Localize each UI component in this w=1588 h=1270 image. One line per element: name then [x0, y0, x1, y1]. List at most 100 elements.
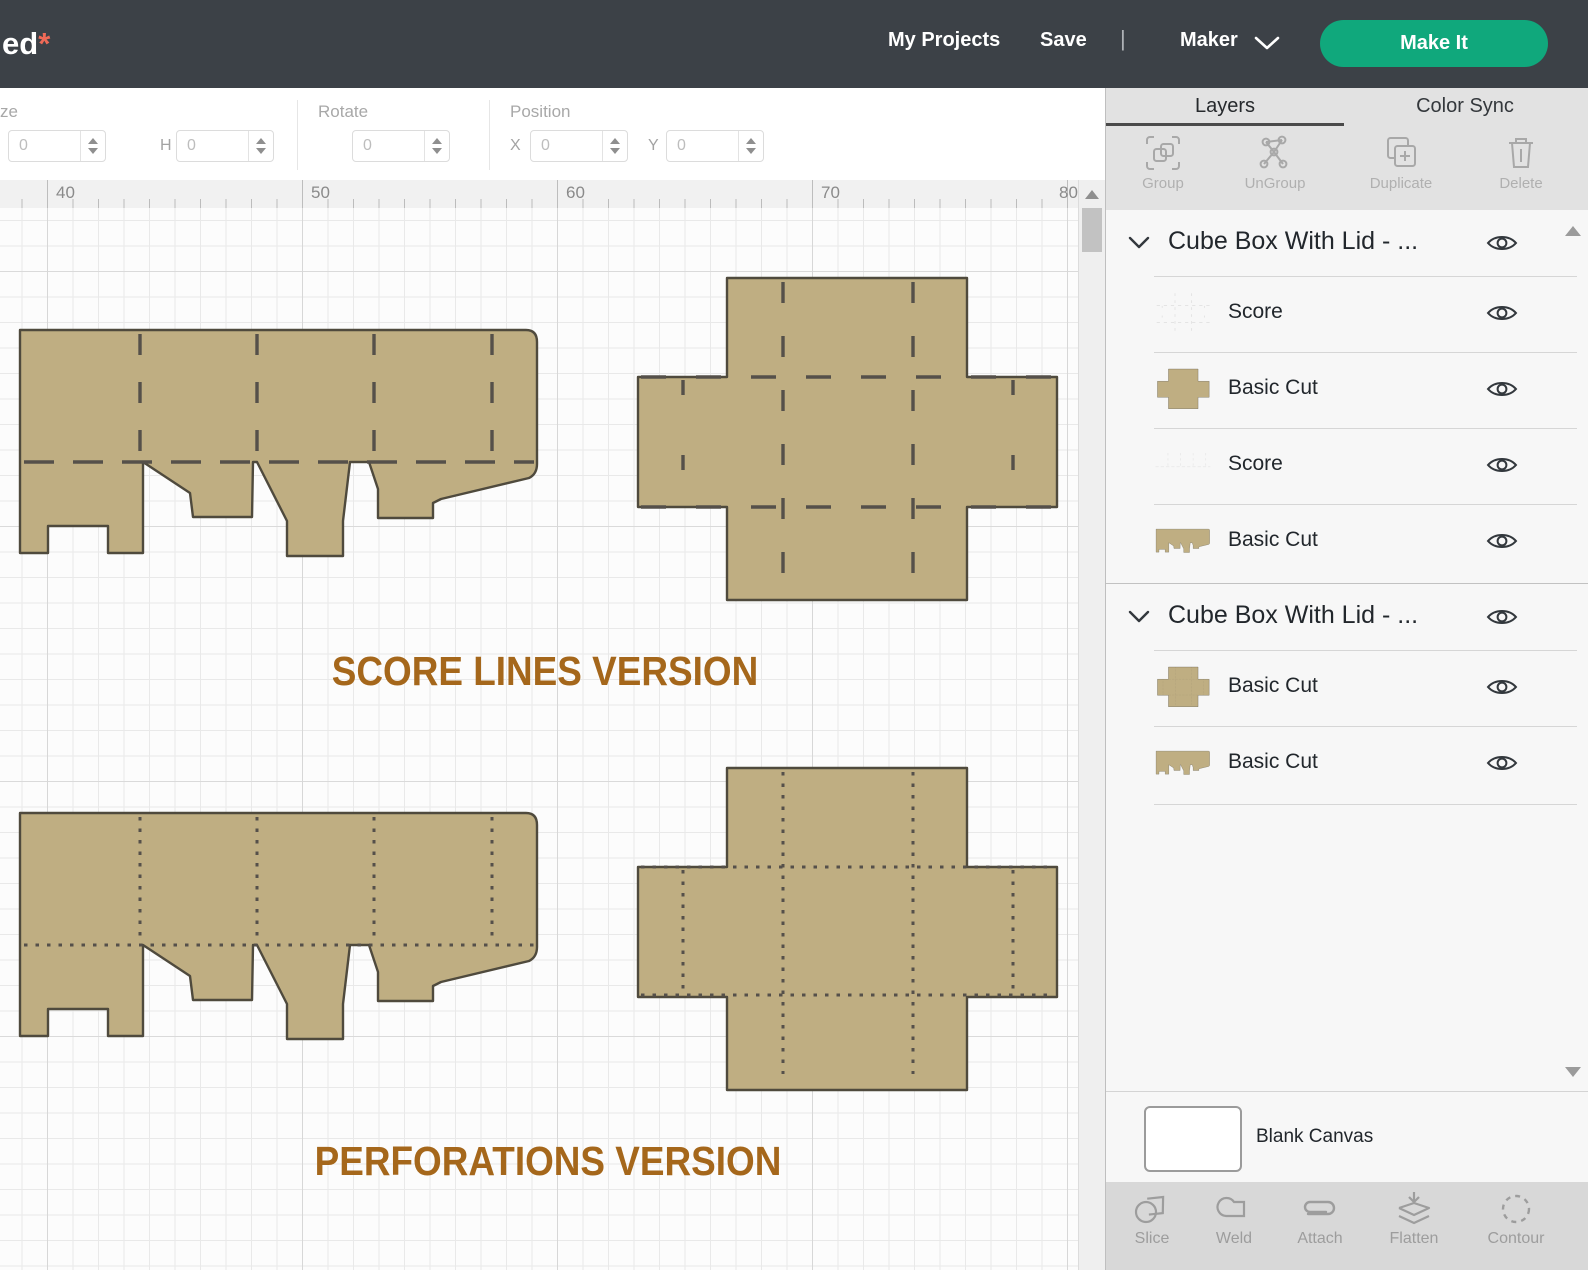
- layer-row-basic-cut[interactable]: Basic Cut: [1106, 650, 1588, 726]
- eye-visibility-icon[interactable]: [1486, 302, 1518, 324]
- rotate-field[interactable]: 0: [352, 130, 450, 162]
- eye-visibility-icon[interactable]: [1486, 530, 1518, 552]
- perforation-version-box-base-shape[interactable]: [18, 811, 539, 1041]
- position-y-value: 0: [677, 137, 686, 154]
- width-stepper[interactable]: [80, 131, 105, 161]
- position-x-field[interactable]: 0: [530, 130, 628, 162]
- blank-canvas-swatch[interactable]: [1144, 1106, 1242, 1172]
- scroll-up-arrow-icon[interactable]: [1085, 190, 1099, 199]
- contour-button[interactable]: Contour: [1474, 1190, 1558, 1248]
- rotate-stepper[interactable]: [424, 131, 449, 161]
- eye-visibility-icon[interactable]: [1486, 232, 1518, 254]
- height-field[interactable]: 0: [176, 130, 274, 162]
- layer-row-score[interactable]: Score: [1106, 428, 1588, 504]
- nav-divider: |: [1120, 26, 1126, 51]
- weld-button-label: Weld: [1215, 1230, 1253, 1247]
- unsaved-indicator: *: [38, 26, 51, 61]
- duplicate-button-label: Duplicate: [1369, 175, 1433, 192]
- attach-button[interactable]: Attach: [1278, 1190, 1362, 1248]
- save-button[interactable]: Save: [1040, 29, 1087, 52]
- weld-button[interactable]: Weld: [1192, 1190, 1276, 1248]
- blank-canvas-row: Blank Canvas: [1106, 1092, 1588, 1182]
- ruler-tick: 50: [311, 183, 330, 202]
- score-version-caption: SCORE LINES VERSION: [331, 648, 759, 694]
- chevron-down-icon[interactable]: [1254, 36, 1280, 51]
- ungroup-button-label: UnGroup: [1244, 175, 1306, 192]
- basic-cut-layer-thumbnail: [1154, 516, 1212, 566]
- design-canvas[interactable]: SCORE LINES VERSION PERFORATIONS VERSION: [0, 208, 1078, 1270]
- layer-row-basic-cut[interactable]: Basic Cut: [1106, 352, 1588, 428]
- height-label: H: [160, 137, 172, 154]
- layer-row-label: Score: [1228, 300, 1283, 323]
- layer-row-label: Basic Cut: [1228, 750, 1318, 773]
- basic-cut-layer-thumbnail: [1154, 738, 1212, 788]
- perforations-version-caption: PERFORATIONS VERSION: [314, 1138, 782, 1184]
- layer-row-score[interactable]: Score: [1106, 276, 1588, 352]
- height-value: 0: [187, 137, 196, 154]
- position-y-stepper[interactable]: [738, 131, 763, 161]
- bottom-toolbar: Slice Weld Attach Flatten Contour: [1106, 1182, 1588, 1270]
- toolbar-divider: [489, 100, 490, 170]
- layer-group-header[interactable]: Cube Box With Lid - ...: [1106, 210, 1588, 276]
- eye-visibility-icon[interactable]: [1486, 454, 1518, 476]
- layer-group-name: Cube Box With Lid - ...: [1168, 227, 1419, 255]
- position-x-value: 0: [541, 137, 550, 154]
- eye-visibility-icon[interactable]: [1486, 606, 1518, 628]
- position-label: Position: [510, 102, 571, 121]
- chevron-down-icon[interactable]: [1128, 610, 1150, 624]
- score-version-box-base-shape[interactable]: [18, 328, 539, 558]
- layer-row-label: Basic Cut: [1228, 674, 1318, 697]
- chevron-down-icon[interactable]: [1128, 236, 1150, 250]
- eye-visibility-icon[interactable]: [1486, 676, 1518, 698]
- flatten-button[interactable]: Flatten: [1372, 1190, 1456, 1248]
- delete-button[interactable]: Delete: [1476, 134, 1566, 192]
- layer-list: Cube Box With Lid - ... Score Basic Cut …: [1106, 210, 1588, 1092]
- tab-layers[interactable]: Layers: [1106, 95, 1344, 118]
- edit-toolbar: ze 0 H 0 Rotate 0 Position X 0 Y 0: [0, 88, 1105, 246]
- position-x-stepper[interactable]: [602, 131, 627, 161]
- layer-group-name: Cube Box With Lid - ...: [1168, 601, 1419, 629]
- rotate-label: Rotate: [318, 102, 369, 121]
- group-button-label: Group: [1142, 175, 1184, 192]
- eye-visibility-icon[interactable]: [1486, 378, 1518, 400]
- make-it-button[interactable]: Make It: [1320, 20, 1548, 67]
- basic-cut-layer-thumbnail: [1154, 662, 1212, 712]
- layer-row-label: Basic Cut: [1228, 376, 1318, 399]
- position-y-field[interactable]: 0: [666, 130, 764, 162]
- layer-row-basic-cut[interactable]: Basic Cut: [1106, 504, 1588, 582]
- slice-button[interactable]: Slice: [1110, 1190, 1194, 1248]
- ruler-tick: 70: [821, 183, 840, 202]
- layer-group-header[interactable]: Cube Box With Lid - ...: [1106, 584, 1588, 650]
- layer-row-basic-cut[interactable]: Basic Cut: [1106, 726, 1588, 802]
- toolbar-divider: [297, 100, 298, 170]
- height-stepper[interactable]: [248, 131, 273, 161]
- group-button[interactable]: Group: [1118, 134, 1208, 192]
- top-header-bar: ed* My Projects Save | Maker Make It: [0, 0, 1588, 88]
- attach-button-label: Attach: [1297, 1230, 1343, 1247]
- layer-row-label: Score: [1228, 452, 1283, 475]
- layer-row-label: Basic Cut: [1228, 528, 1318, 551]
- score-version-lid-shape[interactable]: [636, 276, 1059, 602]
- tab-color-sync[interactable]: Color Sync: [1346, 95, 1584, 118]
- my-projects-link[interactable]: My Projects: [888, 29, 1000, 52]
- contour-button-label: Contour: [1487, 1230, 1545, 1247]
- ungroup-button[interactable]: UnGroup: [1230, 134, 1320, 192]
- machine-selector[interactable]: Maker: [1180, 29, 1238, 52]
- ruler-tick: 40: [56, 183, 75, 202]
- perforation-version-lid-shape[interactable]: [636, 766, 1059, 1092]
- flatten-button-label: Flatten: [1389, 1230, 1439, 1247]
- size-label: ze: [0, 102, 18, 121]
- canvas-scrollbar[interactable]: [1078, 180, 1105, 1270]
- row-divider: [1154, 804, 1577, 805]
- layers-panel: Layers Color Sync Group UnGroup Duplicat…: [1105, 88, 1588, 1270]
- duplicate-button[interactable]: Duplicate: [1356, 134, 1446, 192]
- blank-canvas-label: Blank Canvas: [1256, 1126, 1374, 1147]
- eye-visibility-icon[interactable]: [1486, 752, 1518, 774]
- ruler-tick: 80: [1059, 183, 1078, 202]
- project-title: ed*: [2, 26, 51, 61]
- score-layer-thumbnail: [1154, 288, 1212, 338]
- width-field[interactable]: 0: [8, 130, 106, 162]
- scrollbar-thumb[interactable]: [1082, 208, 1102, 252]
- list-scroll-down-icon[interactable]: [1565, 1067, 1581, 1077]
- panel-tab-bar: Layers Color Sync: [1106, 88, 1588, 127]
